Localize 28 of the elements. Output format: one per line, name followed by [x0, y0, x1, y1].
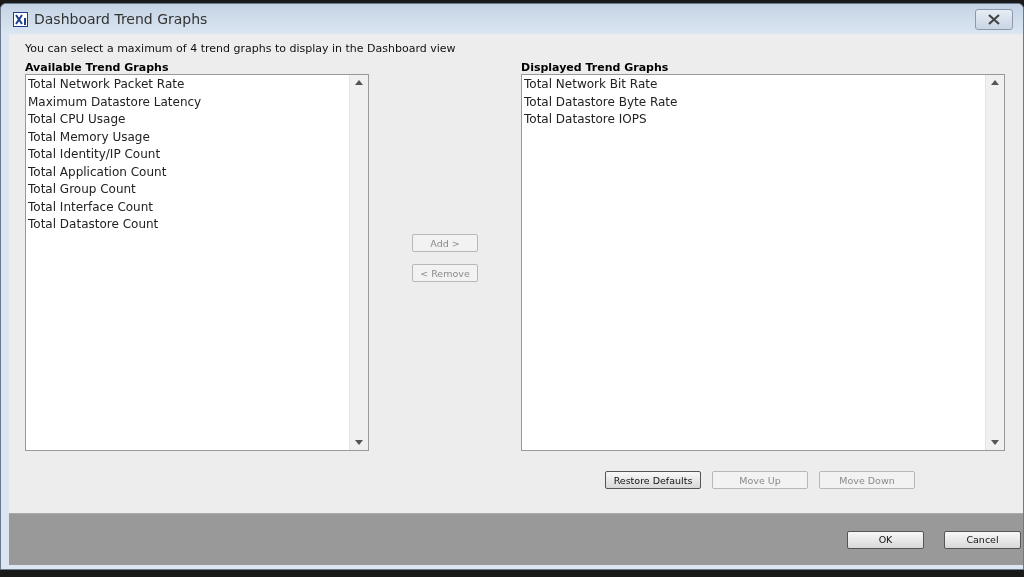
list-item[interactable]: Total Interface Count	[28, 198, 347, 216]
button[interactable]: OK	[847, 530, 924, 549]
instruction-text: You can select a maximum of 4 trend graphs to display in the Dashboard view	[25, 42, 457, 55]
button[interactable]: Cancel	[944, 530, 1021, 549]
button[interactable]: Restore Defaults	[605, 471, 701, 489]
list-item[interactable]: Total Identity/IP Count	[28, 146, 347, 164]
scrollbar[interactable]	[985, 75, 1004, 450]
list-item[interactable]: Total Memory Usage	[28, 128, 347, 146]
list-item[interactable]: Total Network Packet Rate	[28, 76, 347, 94]
scroll-up-arrow-icon[interactable]	[991, 80, 999, 85]
list-label: Available Trend Graphs	[25, 62, 170, 74]
scroll-down-arrow-icon[interactable]	[991, 440, 999, 445]
scroll-up-arrow-icon[interactable]	[355, 80, 363, 85]
app-logo-icon	[13, 11, 28, 27]
close-button[interactable]	[975, 8, 1013, 30]
list-item[interactable]: Total Datastore IOPS	[524, 111, 983, 129]
list-item[interactable]: Total Datastore Count	[28, 216, 347, 234]
list-item[interactable]: Total Datastore Byte Rate	[524, 93, 983, 111]
list-item[interactable]: Total Application Count	[28, 163, 347, 181]
list-label: Displayed Trend Graphs	[521, 62, 670, 74]
list-item[interactable]: Total CPU Usage	[28, 111, 347, 129]
close-icon[interactable]	[988, 13, 1000, 25]
window-title: Dashboard Trend Graphs	[34, 11, 209, 27]
list-item[interactable]: Total Network Bit Rate	[524, 76, 983, 94]
list-item[interactable]: Total Group Count	[28, 181, 347, 199]
scrollbar[interactable]	[349, 75, 368, 450]
scroll-down-arrow-icon[interactable]	[355, 440, 363, 445]
list-item[interactable]: Maximum Datastore Latency	[28, 93, 347, 111]
